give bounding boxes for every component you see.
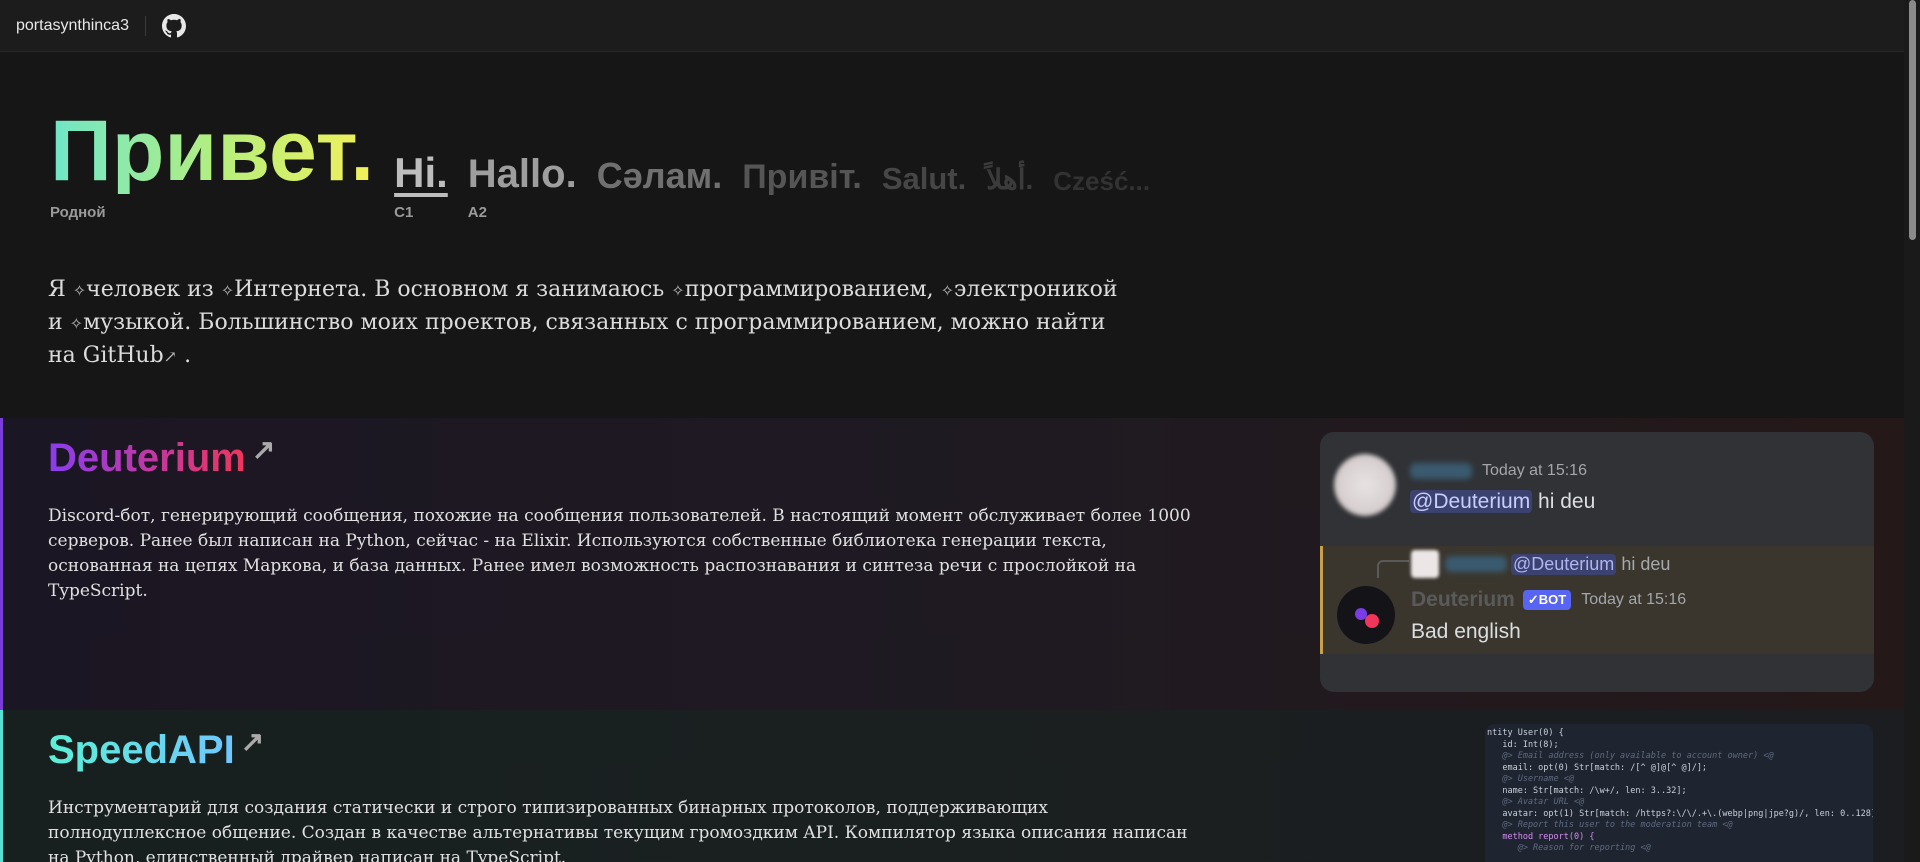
project-description: Discord-бот, генерирующий сообщения, пох…: [48, 506, 1191, 601]
avatar: [1334, 454, 1396, 516]
message-body: @Deuterium hi deu: [1410, 490, 1595, 514]
bot-name: Deuterium: [1411, 588, 1515, 611]
greeting-level: Родной: [50, 204, 106, 221]
greeting-3[interactable]: Сәлам.: [597, 158, 723, 220]
sparkle-icon: ✧: [72, 281, 87, 300]
bot-message: @Deuterium hi deu Deuterium ✓BOT Today a…: [1320, 546, 1874, 654]
greeting-2[interactable]: Hallo. A2: [467, 152, 577, 221]
intro-part: .: [184, 343, 192, 368]
greeting-level: C1: [394, 204, 414, 221]
greeting-level: [1053, 204, 1150, 220]
message-header: Today at 15:16: [1410, 462, 1587, 480]
greeting-word: أهلاً.: [986, 164, 1034, 195]
sparkle-icon: ✧: [69, 314, 84, 333]
greeting-7[interactable]: Cześć...: [1053, 168, 1150, 220]
github-icon[interactable]: [161, 13, 186, 38]
greeting-word: Hallo.: [467, 152, 577, 196]
discord-preview: Today at 15:16 @Deuterium hi deu @Deuter…: [1320, 432, 1874, 692]
greeting-word: Привіт.: [742, 158, 862, 196]
project-description: Инструментарий для создания статически и…: [48, 798, 1188, 862]
code-line: @> Avatar URL <@: [1487, 797, 1585, 807]
intro-part: и: [48, 310, 70, 335]
external-link-icon[interactable]: ↗: [252, 436, 275, 464]
code-line: @> Reason for reporting <@: [1487, 843, 1651, 853]
reply-connector: [1377, 560, 1409, 578]
message-text: hi deu: [1538, 490, 1596, 513]
avatar: [1411, 550, 1439, 578]
greeting-word: Cześć...: [1053, 166, 1151, 196]
user-message: Today at 15:16 @Deuterium hi deu: [1320, 432, 1874, 544]
greeting-0[interactable]: Привет. Родной: [50, 103, 375, 221]
timestamp: Today at 15:16: [1581, 591, 1687, 608]
code-line: id: Int(8);: [1487, 739, 1559, 750]
greeting-level: [882, 204, 966, 220]
code-line: method report(0) {: [1487, 831, 1595, 842]
greeting-word: Salut.: [881, 161, 967, 196]
sparkle-icon: ✧: [940, 281, 954, 300]
code-line: name: Str[match: /\w+/, len: 3..32];: [1487, 785, 1687, 796]
greeting-5[interactable]: Salut.: [882, 163, 966, 220]
greeting-1[interactable]: Hi. C1: [394, 149, 448, 222]
message-header: Deuterium ✓BOT Today at 15:16: [1411, 588, 1686, 612]
greeting-word: Hi.: [394, 149, 448, 196]
project-title-text[interactable]: Deuterium: [48, 436, 246, 481]
intro-part[interactable]: Интернета. В основном я занимаюсь: [234, 277, 671, 302]
code-line: email: opt(0) Str[match: /[^ @]@[^ @]/];: [1487, 762, 1708, 773]
username-blurred: [1445, 556, 1507, 572]
timestamp: Today at 15:16: [1482, 462, 1587, 479]
intro-part[interactable]: программированием,: [685, 277, 941, 302]
greeting-level: [742, 204, 862, 220]
intro-part: Я: [48, 277, 73, 302]
code-line: @> Report this user to the moderation te…: [1487, 820, 1733, 830]
code-line: avatar: opt(1) Str[match: /https?:\/\/.+…: [1487, 808, 1873, 819]
github-link[interactable]: GitHub: [83, 343, 164, 368]
greeting-word: Сәлам.: [596, 155, 723, 196]
greeting-6[interactable]: أهلاً.: [986, 166, 1033, 220]
intro-text: Я ✧человек из ✧Интернета. В основном я з…: [48, 274, 1198, 373]
username-blurred: [1410, 463, 1472, 479]
mention: @Deuterium: [1511, 553, 1617, 575]
bot-badge: ✓BOT: [1522, 590, 1572, 610]
top-bar: portasynthinca3: [0, 0, 1904, 52]
code-line: ntity User(0) {: [1487, 728, 1564, 738]
intro-part[interactable]: человек из: [86, 277, 221, 302]
greeting-level: A2: [467, 204, 487, 221]
external-link-icon[interactable]: ↗: [241, 728, 264, 756]
scrollbar[interactable]: [1904, 0, 1920, 862]
project-speedapi: SpeedAPI ↗ Инструментарий для создания ст…: [0, 710, 1904, 862]
scroll-thumb[interactable]: [1909, 0, 1916, 240]
greetings-row: Привет. Родной Hi. C1 Hallo. A2 Сәлам. Прив…: [50, 103, 1170, 222]
external-link-icon: ↗: [163, 347, 178, 366]
reply-text: hi deu: [1621, 553, 1671, 574]
greeting-4[interactable]: Привіт.: [742, 160, 862, 220]
project-title[interactable]: SpeedAPI ↗: [48, 728, 264, 773]
intro-part: на: [48, 343, 83, 368]
intro-part[interactable]: электроникой: [954, 277, 1118, 302]
sparkle-icon: ✧: [220, 281, 235, 300]
message-text: Bad english: [1411, 620, 1521, 643]
code-line: @> Email address (only available to acco…: [1487, 751, 1774, 761]
project-title-text[interactable]: SpeedAPI: [48, 728, 235, 773]
code-line: @> Username <@: [1487, 774, 1574, 784]
greeting-level: [986, 204, 1033, 220]
intro-part[interactable]: музыкой. Большинство моих проектов, связ…: [83, 310, 1105, 335]
project-deuterium: Deuterium ↗ Discord-бот, генерирующий соо…: [0, 418, 1904, 710]
divider: [144, 15, 146, 36]
project-title[interactable]: Deuterium ↗: [48, 436, 275, 481]
reply-preview[interactable]: @Deuterium hi deu: [1411, 550, 1670, 578]
bot-avatar: [1337, 586, 1395, 644]
greeting-word: Привет.: [50, 103, 375, 199]
code-preview: ntity User(0) { id: Int(8); @> Email add…: [1485, 724, 1873, 862]
mention[interactable]: @Deuterium: [1410, 490, 1533, 513]
sparkle-icon: ✧: [671, 281, 685, 300]
site-name[interactable]: portasynthinca3: [16, 17, 129, 35]
greeting-level: [597, 204, 723, 220]
